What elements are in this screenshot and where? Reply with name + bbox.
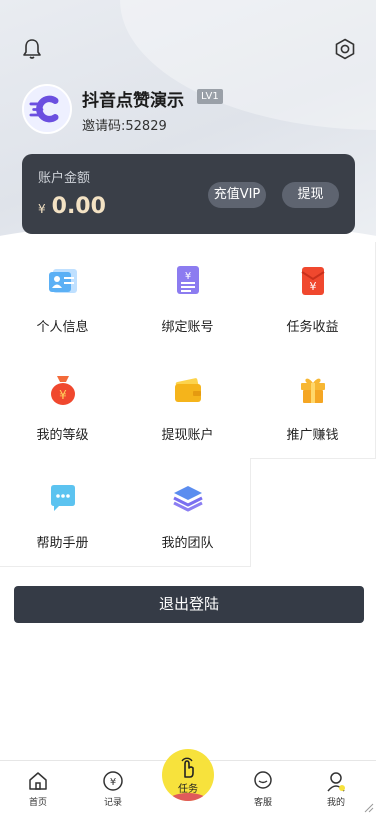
svg-text:¥: ¥ — [59, 388, 67, 402]
menu-item-label: 我的团队 — [161, 536, 214, 551]
menu-item-withdraw-account[interactable]: 提现账户 — [125, 350, 251, 459]
id-card-icon — [49, 269, 77, 293]
menu-item-label: 任务收益 — [286, 320, 339, 335]
gift-icon — [301, 378, 325, 403]
balance-amount: ¥0.00 — [38, 194, 106, 219]
user-icon — [327, 772, 345, 792]
chat-bubble-icon — [51, 485, 75, 511]
tap-hand-icon — [181, 757, 194, 778]
home-icon — [29, 772, 47, 790]
tab-service[interactable]: 客服 — [233, 770, 293, 808]
chat-icon — [254, 771, 272, 789]
menu-item-label: 我的等级 — [36, 428, 89, 443]
tab-home[interactable]: 首页 — [8, 770, 68, 808]
tab-label: 首页 — [28, 798, 47, 808]
money-bag-icon: ¥ — [51, 376, 75, 405]
menu-item-label: 绑定账号 — [161, 320, 214, 335]
layers-icon — [173, 486, 203, 512]
withdraw-button[interactable]: 提现 — [282, 182, 339, 208]
recharge-vip-button[interactable]: 充值VIP — [208, 182, 266, 208]
currency-symbol: ¥ — [38, 202, 46, 216]
level-badge: LV1 — [197, 89, 223, 104]
settings-icon[interactable] — [334, 38, 356, 60]
menu-item-task-income[interactable]: ¥ 任务收益 — [250, 242, 376, 351]
balance-value: 0.00 — [51, 194, 106, 219]
balance-label: 账户金额 — [38, 171, 91, 186]
tab-records[interactable]: ¥ 记录 — [83, 770, 143, 808]
app-logo-icon — [24, 86, 70, 132]
account-card: 账户金额 ¥0.00 充值VIP 提现 — [22, 154, 355, 234]
invite-code: 邀请码:52829 — [82, 119, 167, 134]
tab-label: 客服 — [253, 798, 272, 808]
wallet-icon — [175, 378, 201, 402]
tab-label: 记录 — [103, 798, 122, 808]
menu-item-label: 帮助手册 — [36, 536, 89, 551]
menu-item-label: 个人信息 — [36, 320, 89, 335]
menu-item-team[interactable]: 我的团队 — [125, 458, 251, 567]
logout-button[interactable]: 退出登陆 — [14, 586, 364, 623]
menu-item-promote[interactable]: 推广赚钱 — [250, 350, 376, 459]
svg-text:¥: ¥ — [310, 280, 317, 293]
menu-item-profile[interactable]: 个人信息 — [0, 242, 126, 351]
bind-account-icon: ¥ — [177, 266, 199, 294]
menu-item-label: 推广赚钱 — [286, 428, 339, 443]
records-icon: ¥ — [103, 771, 123, 791]
menu-item-label: 提现账户 — [161, 428, 214, 443]
tab-mine[interactable]: 我的 — [306, 770, 366, 808]
avatar[interactable] — [22, 84, 72, 134]
username: 抖音点赞演示 — [82, 91, 184, 111]
tab-label: 我的 — [326, 798, 345, 808]
bell-icon[interactable] — [22, 38, 42, 60]
red-envelope-icon: ¥ — [301, 267, 325, 295]
menu-item-help[interactable]: 帮助手册 — [0, 458, 126, 567]
svg-text:¥: ¥ — [110, 777, 116, 788]
menu-item-bind-account[interactable]: ¥ 绑定账号 — [125, 242, 251, 351]
task-button[interactable]: 任务 — [162, 749, 214, 801]
menu-item-my-level[interactable]: ¥ 我的等级 — [0, 350, 126, 459]
resize-grip-icon — [364, 803, 374, 813]
svg-text:¥: ¥ — [185, 271, 191, 282]
